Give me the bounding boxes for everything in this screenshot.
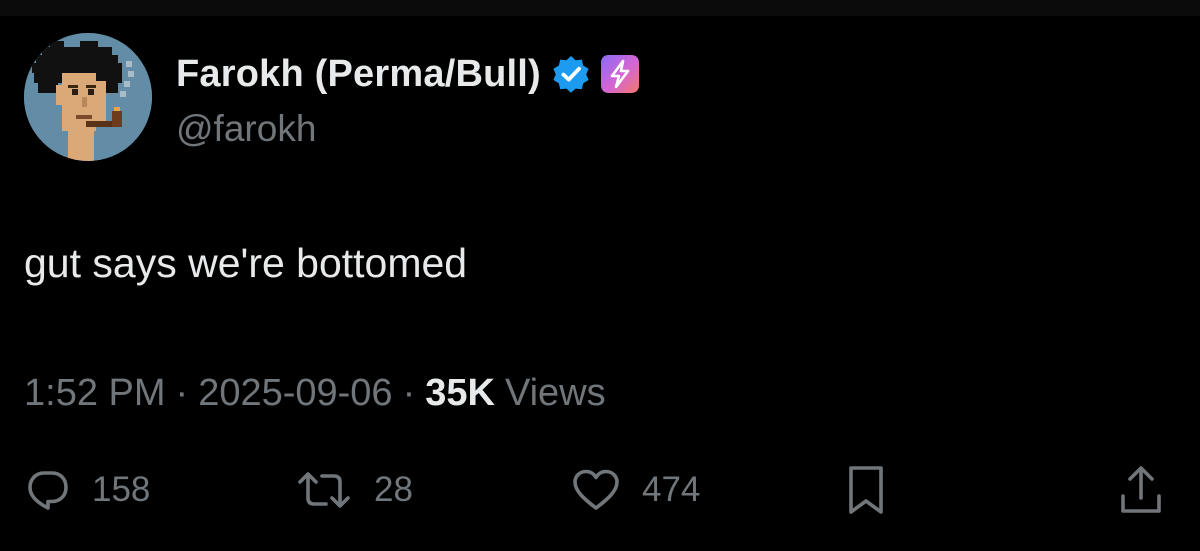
author-handle[interactable]: @farokh — [176, 108, 316, 150]
views-label: Views — [504, 372, 606, 414]
tweet-date[interactable]: 2025-09-06 — [198, 372, 392, 415]
like-button[interactable]: 474 — [572, 462, 700, 518]
tweet-text: gut says we're bottomed — [24, 240, 468, 286]
meta-separator: · — [402, 372, 416, 414]
reply-button[interactable]: 158 — [26, 462, 150, 518]
display-name-row: Farokh (Perma/Bull) — [176, 50, 639, 98]
display-name[interactable]: Farokh (Perma/Bull) — [176, 53, 541, 96]
retweet-count: 28 — [374, 470, 413, 509]
retweet-button[interactable]: 28 — [296, 462, 413, 518]
tweet-time[interactable]: 1:52 PM — [24, 372, 166, 415]
share-button[interactable] — [1118, 462, 1164, 518]
like-count: 474 — [642, 470, 701, 509]
heart-icon — [573, 469, 619, 510]
bookmark-icon — [849, 466, 883, 514]
avatar[interactable] — [24, 33, 152, 161]
tweet-meta: 1:52 PM · 2025-09-06 · 35K Views — [24, 372, 606, 415]
pixel-art-punk-avatar-icon — [24, 33, 152, 161]
meta-separator: · — [175, 372, 189, 414]
bookmark-button[interactable] — [844, 462, 888, 518]
reply-icon — [28, 471, 68, 510]
reply-count: 158 — [92, 470, 151, 509]
share-icon — [1121, 466, 1161, 513]
views-count: 35K — [425, 372, 495, 414]
tweet-card: Farokh (Perma/Bull) @farokh gut says we'… — [0, 0, 1200, 551]
lightning-bolt-badge-icon[interactable] — [600, 55, 639, 93]
retweet-icon — [298, 472, 350, 508]
verified-checkmark-icon[interactable] — [551, 54, 591, 94]
